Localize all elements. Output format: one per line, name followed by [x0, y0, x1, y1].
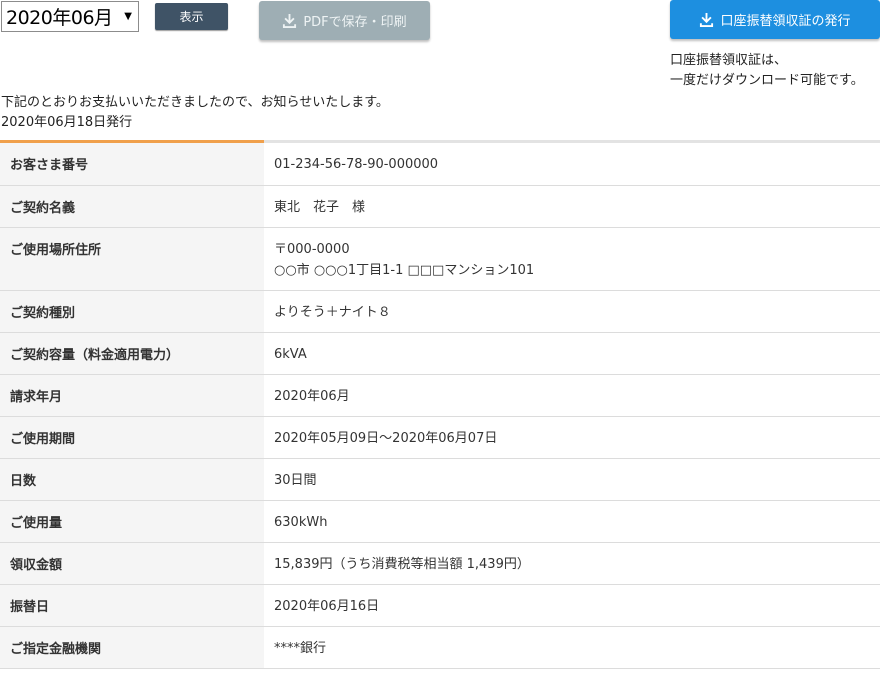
issue-date: 2020年06月18日発行 — [1, 115, 133, 130]
receipt-note-line1: 口座振替領収証は、 — [670, 53, 788, 68]
pdf-save-print-button[interactable]: PDFで保存・印刷 — [259, 1, 430, 40]
billing-month-value: 2020年06月 — [6, 7, 113, 29]
row-value-usage-period: 2020年05月09日～2020年06月07日 — [264, 416, 880, 459]
receipt-note-line2: 一度だけダウンロード可能です。 — [670, 73, 864, 88]
issue-receipt-button[interactable]: 口座振替領収証の発行 — [670, 0, 880, 39]
payment-details-table: お客さま番号 01-234-56-78-90-000000 ご契約名義 東北 花… — [0, 143, 880, 669]
download-icon — [282, 13, 297, 28]
table-row: ご使用場所住所 〒000-0000 ○○市 ○○○1丁目1-1 □□□マンション… — [0, 227, 880, 291]
intro-message: 下記のとおりお支払いいただきましたので、お知らせいたします。 — [1, 95, 389, 110]
table-row: ご使用量 630kWh — [0, 500, 880, 543]
row-label-received-amount: 領収金額 — [0, 542, 264, 585]
pdf-button-label: PDFで保存・印刷 — [303, 15, 407, 30]
table-row: ご使用期間 2020年05月09日～2020年06月07日 — [0, 416, 880, 459]
row-value-contract-name: 東北 花子 様 — [264, 185, 880, 228]
table-row: 請求年月 2020年06月 — [0, 374, 880, 417]
street-address: ○○市 ○○○1丁目1-1 □□□マンション101 — [274, 262, 535, 278]
table-row: 日数 30日間 — [0, 458, 880, 501]
row-value-usage-amount: 630kWh — [264, 500, 880, 543]
row-value-days: 30日間 — [264, 458, 880, 501]
row-value-billing-month: 2020年06月 — [264, 374, 880, 417]
row-value-contract-type: よりそう＋ナイト８ — [264, 290, 880, 333]
row-label-contract-type: ご契約種別 — [0, 290, 264, 333]
show-button-label: 表示 — [179, 10, 204, 24]
billing-month-select[interactable]: 2020年06月 ▼ — [1, 1, 139, 32]
row-value-bank: ****銀行 — [264, 626, 880, 669]
table-row: 領収金額 15,839円（うち消費税等相当額 1,439円） — [0, 542, 880, 585]
row-label-contract-name: ご契約名義 — [0, 185, 264, 228]
dropdown-caret-icon: ▼ — [124, 11, 132, 22]
postal-code: 〒000-0000 — [274, 241, 350, 257]
table-row: 振替日 2020年06月16日 — [0, 584, 880, 627]
row-label-contract-capacity: ご契約容量（料金適用電力） — [0, 332, 264, 375]
table-row: ご契約名義 東北 花子 様 — [0, 185, 880, 228]
table-row: ご契約容量（料金適用電力） 6kVA — [0, 332, 880, 375]
row-label-bank: ご指定金融機関 — [0, 626, 264, 669]
row-label-billing-month: 請求年月 — [0, 374, 264, 417]
table-row: お客さま番号 01-234-56-78-90-000000 — [0, 143, 880, 186]
table-row: ご契約種別 よりそう＋ナイト８ — [0, 290, 880, 333]
intro-text: 下記のとおりお支払いいただきましたので、お知らせいたします。 2020年06月1… — [1, 93, 389, 133]
row-label-usage-amount: ご使用量 — [0, 500, 264, 543]
row-label-transfer-date: 振替日 — [0, 584, 264, 627]
row-value-contract-capacity: 6kVA — [264, 332, 880, 375]
row-value-received-amount: 15,839円（うち消費税等相当額 1,439円） — [264, 542, 880, 585]
receipt-note: 口座振替領収証は、 一度だけダウンロード可能です。 — [670, 51, 880, 91]
table-row: ご指定金融機関 ****銀行 — [0, 626, 880, 669]
row-value-customer-number: 01-234-56-78-90-000000 — [264, 143, 880, 186]
row-value-address: 〒000-0000 ○○市 ○○○1丁目1-1 □□□マンション101 — [264, 227, 880, 291]
show-button[interactable]: 表示 — [155, 3, 228, 30]
row-label-customer-number: お客さま番号 — [0, 143, 264, 186]
row-label-usage-period: ご使用期間 — [0, 416, 264, 459]
download-icon — [699, 12, 714, 27]
row-label-days: 日数 — [0, 458, 264, 501]
receipt-button-label: 口座振替領収証の発行 — [720, 14, 851, 29]
row-value-transfer-date: 2020年06月16日 — [264, 584, 880, 627]
row-label-address: ご使用場所住所 — [0, 227, 264, 291]
